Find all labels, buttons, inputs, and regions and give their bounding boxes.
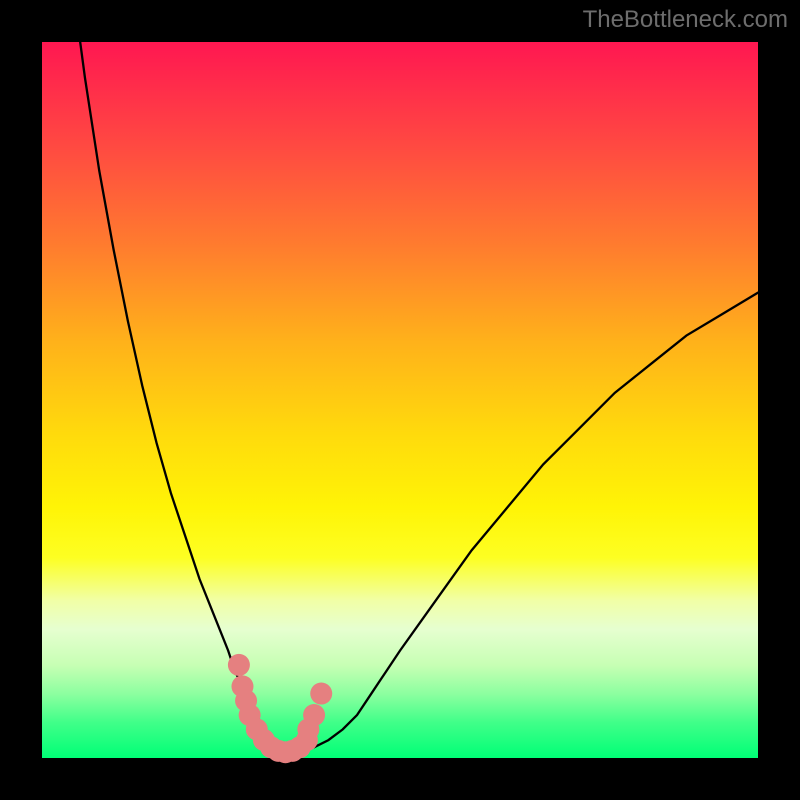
curve-marker: [310, 683, 332, 705]
watermark-text: TheBottleneck.com: [583, 6, 788, 34]
chart-plot-area: [42, 42, 758, 758]
curve-marker: [303, 704, 325, 726]
bottleneck-curve: [42, 0, 758, 752]
curve-marker: [228, 654, 250, 676]
bottleneck-curve-svg: [42, 42, 758, 758]
